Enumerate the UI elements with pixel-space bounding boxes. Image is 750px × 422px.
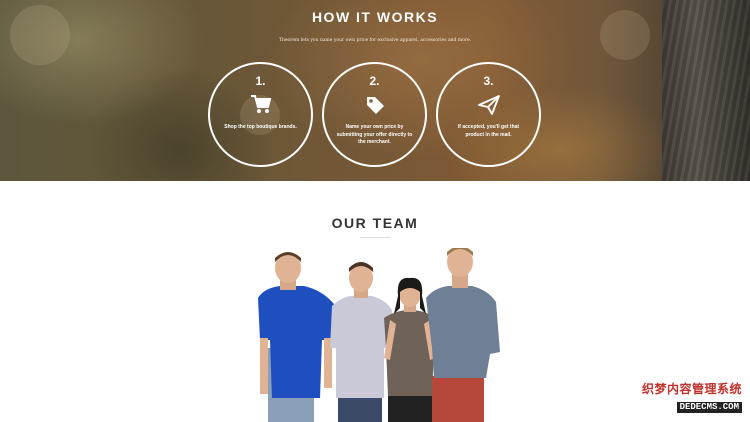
step-number: 1. — [255, 74, 266, 88]
how-it-works-subtitle: Theorem lets you name your own price for… — [278, 38, 472, 43]
watermark-chinese-text: 织梦内容管理系统 — [641, 382, 742, 396]
team-photo — [250, 246, 502, 422]
paper-plane-icon — [438, 94, 539, 116]
shopping-cart-icon — [210, 94, 311, 116]
watermark-english-text: DEDECMS.COM — [676, 402, 742, 413]
our-team-heading: OUR TEAM — [331, 215, 419, 231]
how-it-works-section: HOW IT WORKS Theorem lets you name your … — [0, 0, 750, 181]
step-number: 3. — [483, 74, 494, 88]
step-description: Shop the top boutique brands. — [224, 124, 297, 130]
team-member-2 — [330, 262, 392, 422]
step-description: Name your own price by submitting your o… — [336, 124, 413, 145]
how-it-works-heading: HOW IT WORKS — [311, 9, 439, 25]
step-2-circle: 2. Name your own price by submitting you… — [322, 62, 427, 167]
step-1-circle: 1. Shop the top boutique brands. — [208, 62, 313, 167]
step-3-circle: 3. If accepted, you'll get that product … — [436, 62, 541, 167]
heading-divider — [360, 237, 390, 238]
team-member-4 — [426, 246, 500, 422]
dedecms-watermark: 织梦内容管理系统 DEDECMS.COM — [640, 382, 742, 414]
team-member-1 — [258, 252, 334, 422]
price-tag-icon — [324, 94, 425, 116]
step-description: If accepted, you'll get that product in … — [457, 124, 520, 138]
step-number: 2. — [369, 74, 380, 88]
